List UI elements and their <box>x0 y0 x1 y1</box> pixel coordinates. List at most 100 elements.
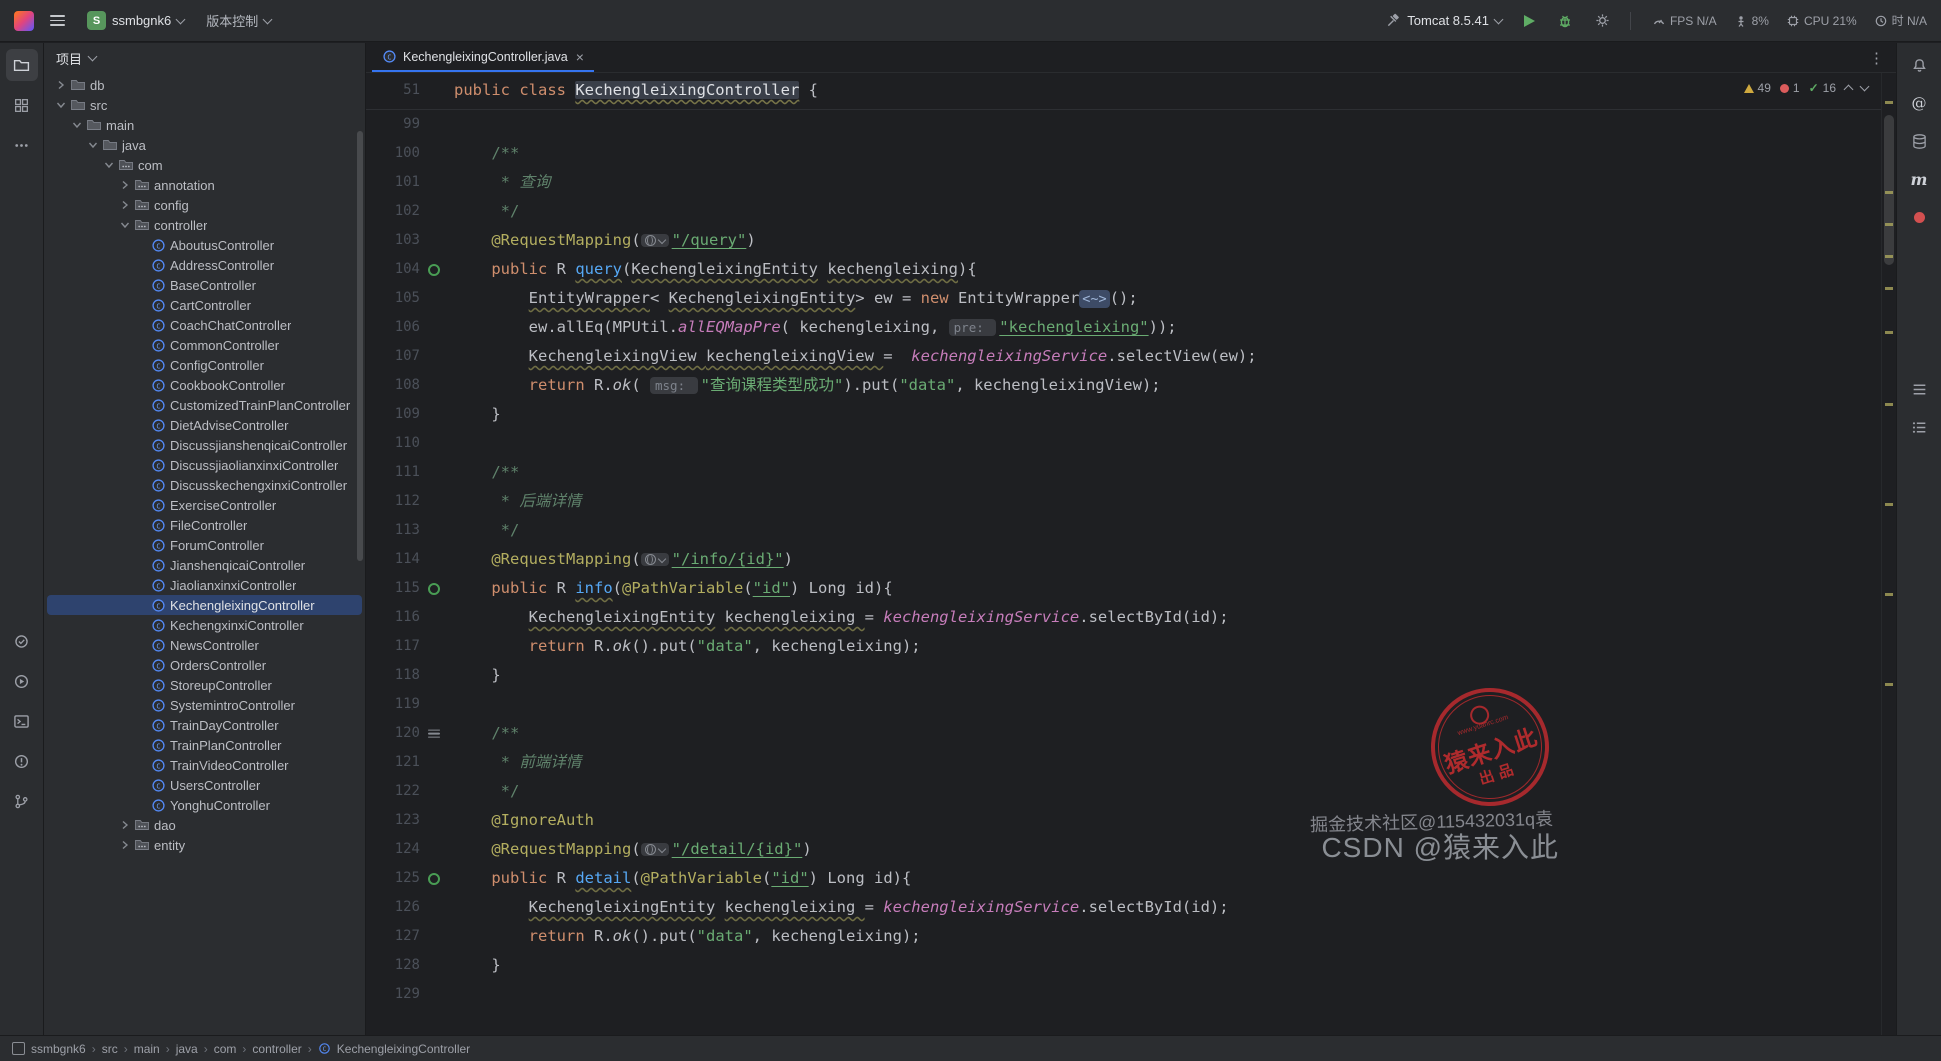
line-number[interactable]: 108 <box>366 371 420 400</box>
url-inlay-icon[interactable] <box>640 553 669 566</box>
code-line-127[interactable]: 127 return R.ok().put("data", kechenglei… <box>366 922 1882 951</box>
tree-item-dao[interactable]: dao <box>47 815 362 835</box>
database-button[interactable] <box>1903 125 1935 157</box>
tab-options-icon[interactable]: ⋮ <box>1863 48 1890 68</box>
code-line-106[interactable]: 106 ew.allEq(MPUtil.allEQMapPre( kecheng… <box>366 313 1882 342</box>
tree-item-OrdersController[interactable]: C OrdersController <box>47 655 362 675</box>
tree-item-JianshenqicaiController[interactable]: C JianshenqicaiController <box>47 555 362 575</box>
url-inlay-icon[interactable] <box>640 234 669 247</box>
project-selector[interactable]: S ssmbgnk6 <box>81 7 190 34</box>
code-line-110[interactable]: 110 <box>366 429 1882 458</box>
line-number[interactable]: 122 <box>366 777 420 806</box>
line-number[interactable]: 117 <box>366 632 420 661</box>
code-line-125[interactable]: 125 public R detail(@PathVariable("id") … <box>366 864 1882 893</box>
perf-memory-widget[interactable]: 8% <box>1735 14 1769 28</box>
debug-button[interactable] <box>1551 9 1579 33</box>
twisty-icon[interactable] <box>69 118 85 132</box>
breadcrumb-item[interactable]: KechengleixingController <box>337 1042 470 1056</box>
tree-item-TrainVideoController[interactable]: C TrainVideoController <box>47 755 362 775</box>
endpoint-gutter-icon[interactable] <box>428 872 440 885</box>
code-line-104[interactable]: 104 public R query(KechengleixingEntity … <box>366 255 1882 284</box>
twisty-icon[interactable] <box>101 158 117 172</box>
line-number[interactable]: 116 <box>366 603 420 632</box>
code-line-123[interactable]: 123 @IgnoreAuth <box>366 806 1882 835</box>
perf-cpu-widget[interactable]: CPU 21% <box>1787 14 1857 28</box>
tree-item-TrainPlanController[interactable]: C TrainPlanController <box>47 735 362 755</box>
settings-button[interactable] <box>1589 9 1616 32</box>
project-tool-button[interactable] <box>5 49 38 81</box>
tree-item-DietAdviseController[interactable]: C DietAdviseController <box>47 415 362 435</box>
commit-tool-button[interactable] <box>6 625 38 657</box>
editor-scrollbar[interactable] <box>1881 73 1896 1035</box>
tree-item-BaseController[interactable]: C BaseController <box>47 275 362 295</box>
services-tool-button[interactable] <box>6 665 38 697</box>
sticky-header-line[interactable]: 49 1 ✓ 16 51 public class KechengleixingCo… <box>366 73 1882 110</box>
endpoint-gutter-icon[interactable] <box>428 582 440 595</box>
code-line-109[interactable]: 109 } <box>366 400 1882 429</box>
tree-item-KechengxinxiController[interactable]: C KechengxinxiController <box>47 615 362 635</box>
tree-item-KechengleixingController[interactable]: C KechengleixingController <box>47 595 362 615</box>
code-line-115[interactable]: 115 public R info(@PathVariable("id") Lo… <box>366 574 1882 603</box>
tree-item-CookbookController[interactable]: C CookbookController <box>47 375 362 395</box>
breadcrumb-item[interactable]: main <box>134 1042 160 1056</box>
line-number[interactable]: 114 <box>366 545 420 574</box>
tree-item-config[interactable]: config <box>47 195 362 215</box>
code-line-118[interactable]: 118 } <box>366 661 1882 690</box>
line-number[interactable]: 119 <box>366 690 420 719</box>
code-line-100[interactable]: 100 /** <box>366 139 1882 168</box>
line-number[interactable]: 109 <box>366 400 420 429</box>
line-number[interactable]: 51 <box>366 73 420 108</box>
tree-item-com[interactable]: com <box>47 155 362 175</box>
breadcrumb-item[interactable]: ssmbgnk6 <box>31 1042 86 1056</box>
code-line-102[interactable]: 102 */ <box>366 197 1882 226</box>
twisty-icon[interactable] <box>117 838 133 852</box>
endpoint-gutter-icon[interactable] <box>428 263 440 276</box>
code-line-112[interactable]: 112 * 后端详情 <box>366 487 1882 516</box>
project-panel-header[interactable]: 项目 <box>44 43 365 73</box>
tree-item-annotation[interactable]: annotation <box>47 175 362 195</box>
tree-item-CommonController[interactable]: C CommonController <box>47 335 362 355</box>
twisty-icon[interactable] <box>117 178 133 192</box>
tree-item-DiscussjiaolianxinxiController[interactable]: C DiscussjiaolianxinxiController <box>47 455 362 475</box>
twisty-icon[interactable] <box>117 818 133 832</box>
code-line-119[interactable]: 119 <box>366 690 1882 719</box>
code-line-99[interactable]: 99 <box>366 110 1882 139</box>
line-number[interactable]: 105 <box>366 284 420 313</box>
more-tool-windows-button[interactable] <box>6 129 38 161</box>
line-number[interactable]: 127 <box>366 922 420 951</box>
code-line-116[interactable]: 116 KechengleixingEntity kechengleixing … <box>366 603 1882 632</box>
breadcrumb-item[interactable]: src <box>102 1042 118 1056</box>
tree-item-NewsController[interactable]: C NewsController <box>47 635 362 655</box>
code-line-117[interactable]: 117 return R.ok().put("data", kechenglei… <box>366 632 1882 661</box>
code-line-129[interactable]: 129 <box>366 980 1882 1009</box>
line-number[interactable]: 120 <box>366 719 420 748</box>
run-button[interactable] <box>1518 11 1541 31</box>
url-inlay-icon[interactable] <box>640 843 669 856</box>
scrollbar-thumb[interactable] <box>1884 115 1894 265</box>
line-number[interactable]: 106 <box>366 313 420 342</box>
line-number[interactable]: 129 <box>366 980 420 1009</box>
code-line-103[interactable]: 103 @RequestMapping("/query") <box>366 226 1882 255</box>
tab-kechengleixingcontroller[interactable]: C KechengleixingController.java × <box>372 43 594 72</box>
plugin-button[interactable] <box>1903 201 1935 233</box>
code-line-128[interactable]: 128 } <box>366 951 1882 980</box>
code-line-107[interactable]: 107 KechengleixingView kechengleixingVie… <box>366 342 1882 371</box>
maven-button[interactable]: m <box>1903 163 1935 195</box>
line-number[interactable]: 123 <box>366 806 420 835</box>
tree-item-CustomizedTrainPlanController[interactable]: C CustomizedTrainPlanController <box>47 395 362 415</box>
tree-item-SystemintroController[interactable]: C SystemintroController <box>47 695 362 715</box>
tree-item-ConfigController[interactable]: C ConfigController <box>47 355 362 375</box>
tree-item-UsersController[interactable]: C UsersController <box>47 775 362 795</box>
terminal-tool-button[interactable] <box>6 705 38 737</box>
line-number[interactable]: 101 <box>366 168 420 197</box>
line-number[interactable]: 118 <box>366 661 420 690</box>
code-line-121[interactable]: 121 * 前端详情 <box>366 748 1882 777</box>
ai-assistant-button[interactable]: @ <box>1903 87 1935 119</box>
code-line-124[interactable]: 124 @RequestMapping("/detail/{id}") <box>366 835 1882 864</box>
code-line-51[interactable]: 51 public class KechengleixingController … <box>366 73 1882 108</box>
todo-button[interactable] <box>1903 411 1935 443</box>
line-number[interactable]: 121 <box>366 748 420 777</box>
problems-tool-button[interactable] <box>6 745 38 777</box>
main-menu-button[interactable] <box>44 11 71 30</box>
version-control-tool-button[interactable] <box>6 785 38 817</box>
